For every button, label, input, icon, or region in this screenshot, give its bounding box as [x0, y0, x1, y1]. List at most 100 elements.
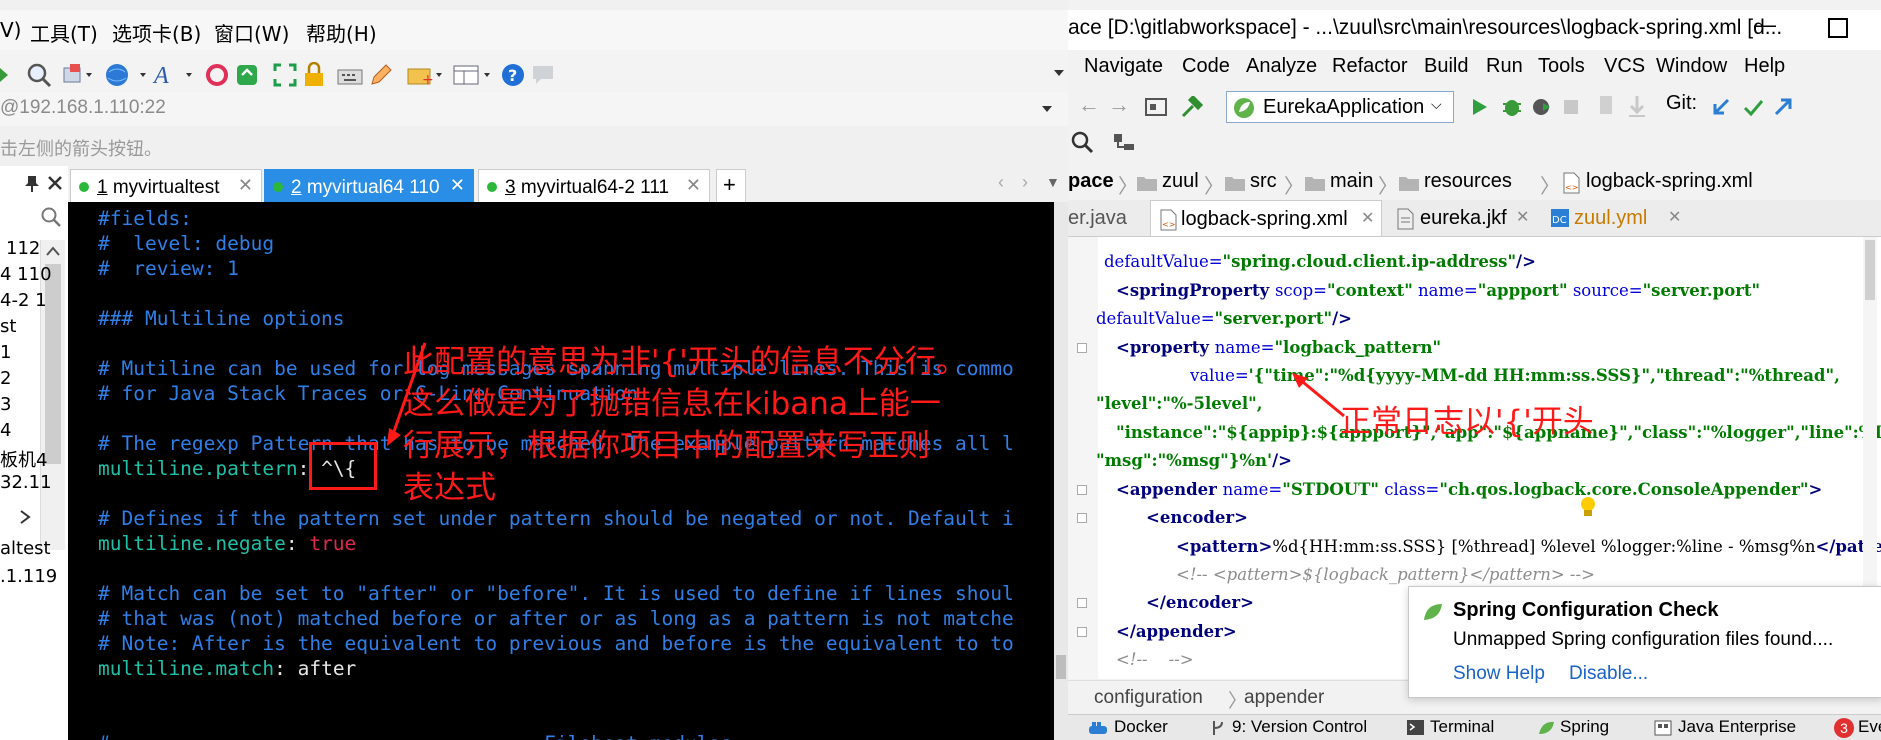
menu-window[interactable]: 窗口(W) [214, 18, 289, 47]
git-push-icon[interactable] [1772, 96, 1794, 118]
layout-icon[interactable] [452, 62, 492, 88]
scroll-thumb[interactable] [1865, 240, 1875, 300]
git-update-icon[interactable] [1710, 96, 1732, 118]
tool-tab-event-log[interactable]: Eve [1858, 717, 1881, 737]
scroll-thumb[interactable] [45, 264, 61, 464]
menu-navigate[interactable]: Navigate [1084, 55, 1163, 78]
menu-analyze[interactable]: Analyze [1246, 55, 1317, 78]
disable-link[interactable]: Disable... [1569, 663, 1648, 685]
tab-menu-icon[interactable]: ▼ [1046, 174, 1060, 190]
menu-vcs[interactable]: VCS [1604, 55, 1645, 78]
folder-add-icon[interactable]: + [406, 62, 446, 88]
tool-tab-java-enterprise[interactable]: Java Enterprise [1678, 717, 1796, 737]
menu-build[interactable]: Build [1424, 55, 1468, 78]
hammer-icon[interactable] [1180, 96, 1204, 120]
run-config-select[interactable]: EurekaApplication ⌵ [1226, 91, 1454, 123]
menu-help[interactable]: 帮助(H) [306, 18, 377, 47]
help-icon[interactable]: ? [500, 62, 526, 88]
editor-tab[interactable]: er.java [1068, 200, 1146, 236]
download-icon[interactable] [1626, 94, 1648, 120]
tab-myvirtual64-2-111[interactable]: 3 myvirtual64-2 111 ✕ [478, 169, 710, 202]
close-icon[interactable]: ✕ [686, 175, 701, 196]
panel-scrollbar[interactable] [40, 240, 65, 550]
run-icon[interactable] [1468, 96, 1490, 118]
show-help-link[interactable]: Show Help [1453, 663, 1545, 685]
editor-tab-active[interactable]: <> logback-spring.xml ✕ [1150, 200, 1382, 236]
menu-tools[interactable]: Tools [1538, 55, 1585, 78]
font-icon[interactable]: A [152, 62, 196, 88]
forward-icon[interactable]: → [1108, 92, 1130, 118]
menu-tools[interactable]: 工具(T) [30, 18, 98, 47]
breadcrumb-item[interactable]: resources [1424, 170, 1512, 193]
tab-myvirtual64-110[interactable]: 2 myvirtual64 110 ✕ [264, 169, 474, 202]
session-item[interactable]: 板机4 [0, 446, 47, 472]
lock-icon[interactable] [302, 62, 326, 88]
search-icon[interactable] [40, 206, 62, 228]
transfer-icon[interactable] [234, 62, 260, 88]
address-bar[interactable]: @192.168.1.110:22 [0, 92, 1068, 126]
session-item[interactable]: .1.119 [0, 566, 57, 587]
pencil-icon[interactable] [368, 62, 394, 88]
menu-tabs[interactable]: 选项卡(B) [112, 18, 201, 47]
coverage-icon[interactable] [1530, 95, 1554, 119]
git-commit-icon[interactable] [1742, 96, 1764, 118]
structure-icon[interactable] [1112, 132, 1136, 156]
stop-icon[interactable] [1560, 96, 1582, 118]
editor-tab[interactable]: eureka.jkf ✕ [1386, 200, 1538, 236]
tab-myvirtualtest[interactable]: 1 myvirtualtest ✕ [70, 169, 262, 202]
tool-tab-version-control[interactable]: 9: Version Control [1232, 717, 1367, 737]
breadcrumb-item[interactable]: logback-spring.xml [1586, 170, 1753, 193]
session-item[interactable]: 4 110 [0, 264, 52, 285]
lightbulb-icon[interactable] [1578, 495, 1598, 519]
session-item[interactable]: st [0, 316, 16, 337]
nav-item[interactable]: appender [1244, 687, 1324, 709]
add-tab-button[interactable]: + [716, 169, 746, 202]
fullscreen-icon[interactable] [272, 62, 298, 88]
session-item[interactable]: 4 [0, 420, 11, 441]
minimize-icon[interactable]: — [1754, 12, 1776, 38]
session-item[interactable]: 3 [0, 394, 11, 415]
vcs-update-icon[interactable] [1596, 94, 1618, 120]
close-icon[interactable]: ✕ [1361, 208, 1374, 228]
pin-icon[interactable] [22, 174, 42, 194]
scroll-thumb[interactable] [1056, 655, 1066, 679]
search-icon[interactable] [26, 62, 52, 88]
menu-run[interactable]: Run [1486, 55, 1523, 78]
arrow-icon[interactable] [0, 64, 14, 86]
keyboard-icon[interactable] [336, 62, 364, 88]
maximize-icon[interactable] [1828, 18, 1848, 38]
close-icon[interactable]: ✕ [1668, 207, 1681, 227]
debug-icon[interactable] [1500, 95, 1524, 119]
menu-window[interactable]: Window [1656, 55, 1727, 78]
chevron-down-icon[interactable] [1040, 102, 1054, 116]
chat-icon[interactable] [530, 62, 556, 88]
search-icon[interactable] [1070, 130, 1094, 154]
tool-tab-docker[interactable]: Docker [1114, 717, 1168, 737]
breadcrumb-item[interactable]: main [1330, 170, 1373, 193]
menu-refactor[interactable]: Refactor [1332, 55, 1408, 78]
chevron-right-icon[interactable] [18, 510, 32, 524]
refresh-icon[interactable] [204, 62, 230, 88]
tab-scroll-left-icon[interactable]: ‹ [998, 172, 1004, 193]
menu-help[interactable]: Help [1744, 55, 1785, 78]
chevron-down-icon[interactable] [1052, 66, 1066, 80]
globe-icon[interactable] [104, 62, 150, 88]
tool-tab-spring[interactable]: Spring [1560, 717, 1609, 737]
session-item[interactable]: 2 [0, 368, 11, 389]
chevron-up-icon[interactable] [46, 246, 60, 256]
close-icon[interactable]: ✕ [450, 175, 465, 196]
breadcrumb-item[interactable]: pace [1068, 170, 1114, 193]
menu-code[interactable]: Code [1182, 55, 1230, 78]
session-item[interactable]: 4-2 1 [0, 290, 47, 311]
close-icon[interactable]: ✕ [238, 175, 253, 196]
terminal-output[interactable]: #fields: # level: debug # review: 1 ### Mul… [68, 202, 1054, 740]
notification-popup[interactable]: Spring Configuration Check Unmapped Spri… [1408, 586, 1881, 698]
session-item[interactable]: 32.11 [0, 472, 52, 493]
editor-tab[interactable]: DC zuul.yml ✕ [1542, 200, 1690, 236]
close-icon[interactable]: ✕ [1516, 207, 1529, 227]
back-icon[interactable]: ← [1078, 92, 1100, 118]
tab-scroll-right-icon[interactable]: › [1022, 172, 1028, 193]
project-structure-icon[interactable] [1144, 96, 1168, 118]
menu-view[interactable]: V) [0, 18, 21, 42]
breadcrumb-item[interactable]: src [1250, 170, 1277, 193]
